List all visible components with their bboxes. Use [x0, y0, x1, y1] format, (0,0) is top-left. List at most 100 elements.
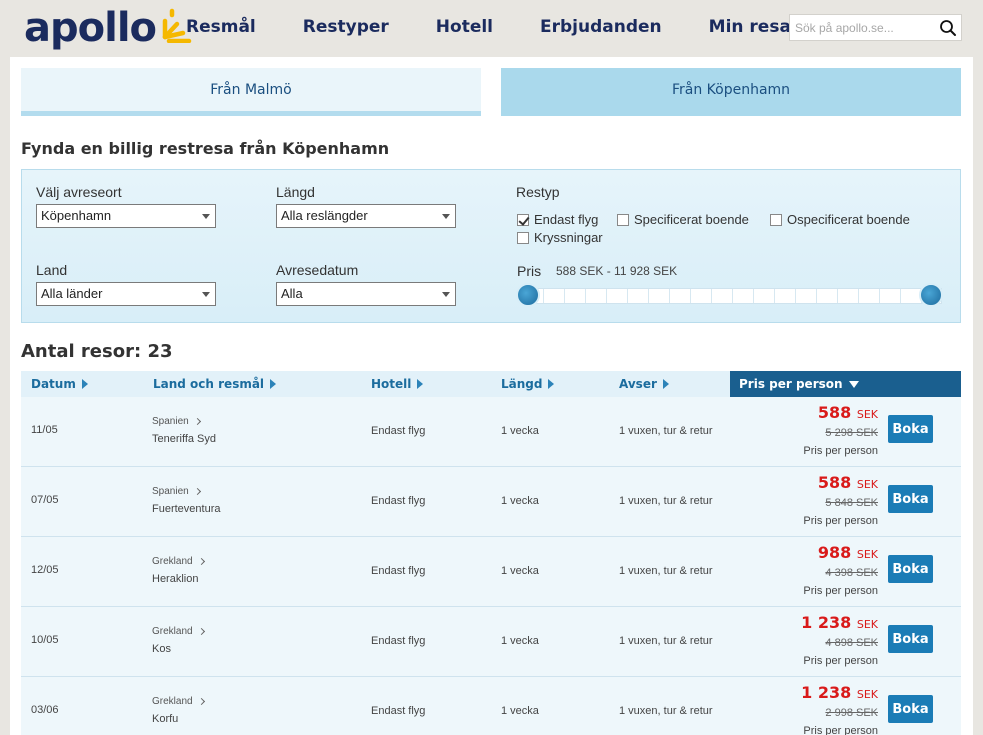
boka-button[interactable]: Boka — [888, 555, 933, 583]
row-country[interactable]: Grekland — [152, 626, 205, 637]
country-label: Spanien — [152, 416, 189, 427]
row-hotel: Endast flyg — [371, 425, 426, 437]
checkbox-box[interactable] — [617, 213, 629, 226]
checkbox-box[interactable] — [517, 231, 529, 244]
row-length: 1 vecka — [501, 425, 539, 437]
row-country[interactable]: Grekland — [152, 696, 205, 707]
table-row[interactable]: 11/05 Spanien Teneriffa Syd Endast flyg … — [21, 397, 961, 467]
row-country[interactable]: Spanien — [152, 486, 201, 497]
nav-item-hotell[interactable]: Hotell — [436, 17, 493, 37]
country-label: Land — [36, 262, 68, 278]
country-select[interactable]: Alla länder — [36, 282, 216, 306]
sort-arrow-icon — [417, 379, 424, 389]
row-hotel: Endast flyg — [371, 635, 426, 647]
result-count: Antal resor: 23 — [21, 341, 173, 362]
row-hotel: Endast flyg — [371, 495, 426, 507]
row-date: 07/05 — [31, 494, 59, 506]
boka-button[interactable]: Boka — [888, 625, 933, 653]
tab-fran-kopenhamn[interactable]: Från Köpenhamn — [501, 68, 961, 116]
nav-item-min-resa[interactable]: Min resa — [709, 17, 791, 37]
checkbox-specificerat-boende[interactable]: Specificerat boende — [617, 212, 749, 227]
price-label: Pris — [517, 263, 542, 279]
departure-select[interactable]: Köpenhamn — [36, 204, 216, 228]
sort-down-icon — [848, 380, 859, 388]
price-amount: 1 238 — [801, 683, 852, 702]
dropdown-arrow-icon — [442, 292, 450, 297]
row-for: 1 vuxen, tur & retur — [619, 705, 713, 717]
sort-arrow-icon — [662, 379, 669, 389]
trip-type-label: Restyp — [516, 184, 560, 200]
row-city[interactable]: Fuerteventura — [152, 503, 220, 515]
sort-avser[interactable]: Avser — [619, 371, 669, 397]
row-date: 03/06 — [31, 704, 59, 716]
sort-langd[interactable]: Längd — [501, 371, 555, 397]
boka-button[interactable]: Boka — [888, 485, 933, 513]
row-old-price: 4 398 SEK — [825, 567, 878, 579]
checkbox-box[interactable] — [517, 213, 529, 226]
row-for: 1 vuxen, tur & retur — [619, 565, 713, 577]
site-header: apollo Resmål Restyper Hotell Erbjudande… — [0, 0, 983, 57]
checkbox-label: Specificerat boende — [634, 212, 749, 227]
chevron-right-icon — [197, 557, 205, 566]
row-city[interactable]: Korfu — [152, 713, 178, 725]
country-label: Grekland — [152, 696, 193, 707]
row-city[interactable]: Kos — [152, 643, 171, 655]
price-slider-min-handle[interactable] — [516, 283, 540, 307]
nav-item-resmal[interactable]: Resmål — [186, 17, 256, 37]
search-input[interactable] — [790, 15, 935, 40]
table-row[interactable]: 03/06 Grekland Korfu Endast flyg 1 vecka… — [21, 677, 961, 735]
row-city[interactable]: Heraklion — [152, 573, 198, 585]
nav-item-erbjudanden[interactable]: Erbjudanden — [540, 17, 662, 37]
row-price: 588 SEK — [818, 403, 878, 422]
sort-arrow-icon — [81, 379, 88, 389]
table-row[interactable]: 12/05 Grekland Heraklion Endast flyg 1 v… — [21, 537, 961, 607]
table-row[interactable]: 07/05 Spanien Fuerteventura Endast flyg … — [21, 467, 961, 537]
sort-datum[interactable]: Datum — [31, 371, 88, 397]
sort-land-och-resmal[interactable]: Land och resmål — [153, 371, 277, 397]
date-select[interactable]: Alla — [276, 282, 456, 306]
nav-item-restyper[interactable]: Restyper — [303, 17, 389, 37]
dropdown-arrow-icon — [442, 214, 450, 219]
row-hotel: Endast flyg — [371, 565, 426, 577]
main-panel: Från Malmö Från Köpenhamn Fynda en billi… — [10, 57, 973, 735]
filter-panel: Välj avreseort Köpenhamn Längd Alla resl… — [21, 169, 961, 323]
date-value: Alla — [281, 286, 303, 301]
row-for: 1 vuxen, tur & retur — [619, 425, 713, 437]
row-per-person: Pris per person — [803, 445, 878, 457]
row-date: 12/05 — [31, 564, 59, 576]
checkbox-kryssningar[interactable]: Kryssningar — [517, 230, 603, 245]
row-city[interactable]: Teneriffa Syd — [152, 433, 216, 445]
country-label: Grekland — [152, 626, 193, 637]
checkbox-label: Endast flyg — [534, 212, 599, 227]
row-old-price: 5 848 SEK — [825, 497, 878, 509]
table-row[interactable]: 10/05 Grekland Kos Endast flyg 1 vecka 1… — [21, 607, 961, 677]
price-amount: 588 — [817, 403, 852, 422]
header-label: Pris per person — [739, 377, 843, 391]
apollo-logo[interactable]: apollo — [24, 6, 194, 50]
row-per-person: Pris per person — [803, 515, 878, 527]
row-for: 1 vuxen, tur & retur — [619, 495, 713, 507]
boka-button[interactable]: Boka — [888, 415, 933, 443]
price-currency: SEK — [856, 688, 878, 701]
sort-pris-per-person[interactable]: Pris per person — [730, 371, 961, 397]
price-slider-max-handle[interactable] — [919, 283, 943, 307]
row-per-person: Pris per person — [803, 585, 878, 597]
tab-fran-malmo[interactable]: Från Malmö — [21, 68, 481, 116]
checkbox-box[interactable] — [770, 213, 782, 226]
search-icon[interactable] — [939, 19, 957, 37]
row-per-person: Pris per person — [803, 725, 878, 735]
row-date: 10/05 — [31, 634, 59, 646]
row-old-price: 2 998 SEK — [825, 707, 878, 719]
sort-hotell[interactable]: Hotell — [371, 371, 424, 397]
row-country[interactable]: Grekland — [152, 556, 205, 567]
chevron-right-icon — [193, 417, 201, 426]
checkbox-endast-flyg[interactable]: Endast flyg — [517, 212, 598, 227]
dropdown-arrow-icon — [202, 292, 210, 297]
boka-button[interactable]: Boka — [888, 695, 933, 723]
length-value: Alla reslängder — [281, 208, 368, 223]
checkbox-label: Ospecificerat boende — [787, 212, 910, 227]
price-slider-track[interactable] — [522, 288, 942, 304]
checkbox-ospecificerat-boende[interactable]: Ospecificerat boende — [770, 212, 910, 227]
length-select[interactable]: Alla reslängder — [276, 204, 456, 228]
row-country[interactable]: Spanien — [152, 416, 201, 427]
